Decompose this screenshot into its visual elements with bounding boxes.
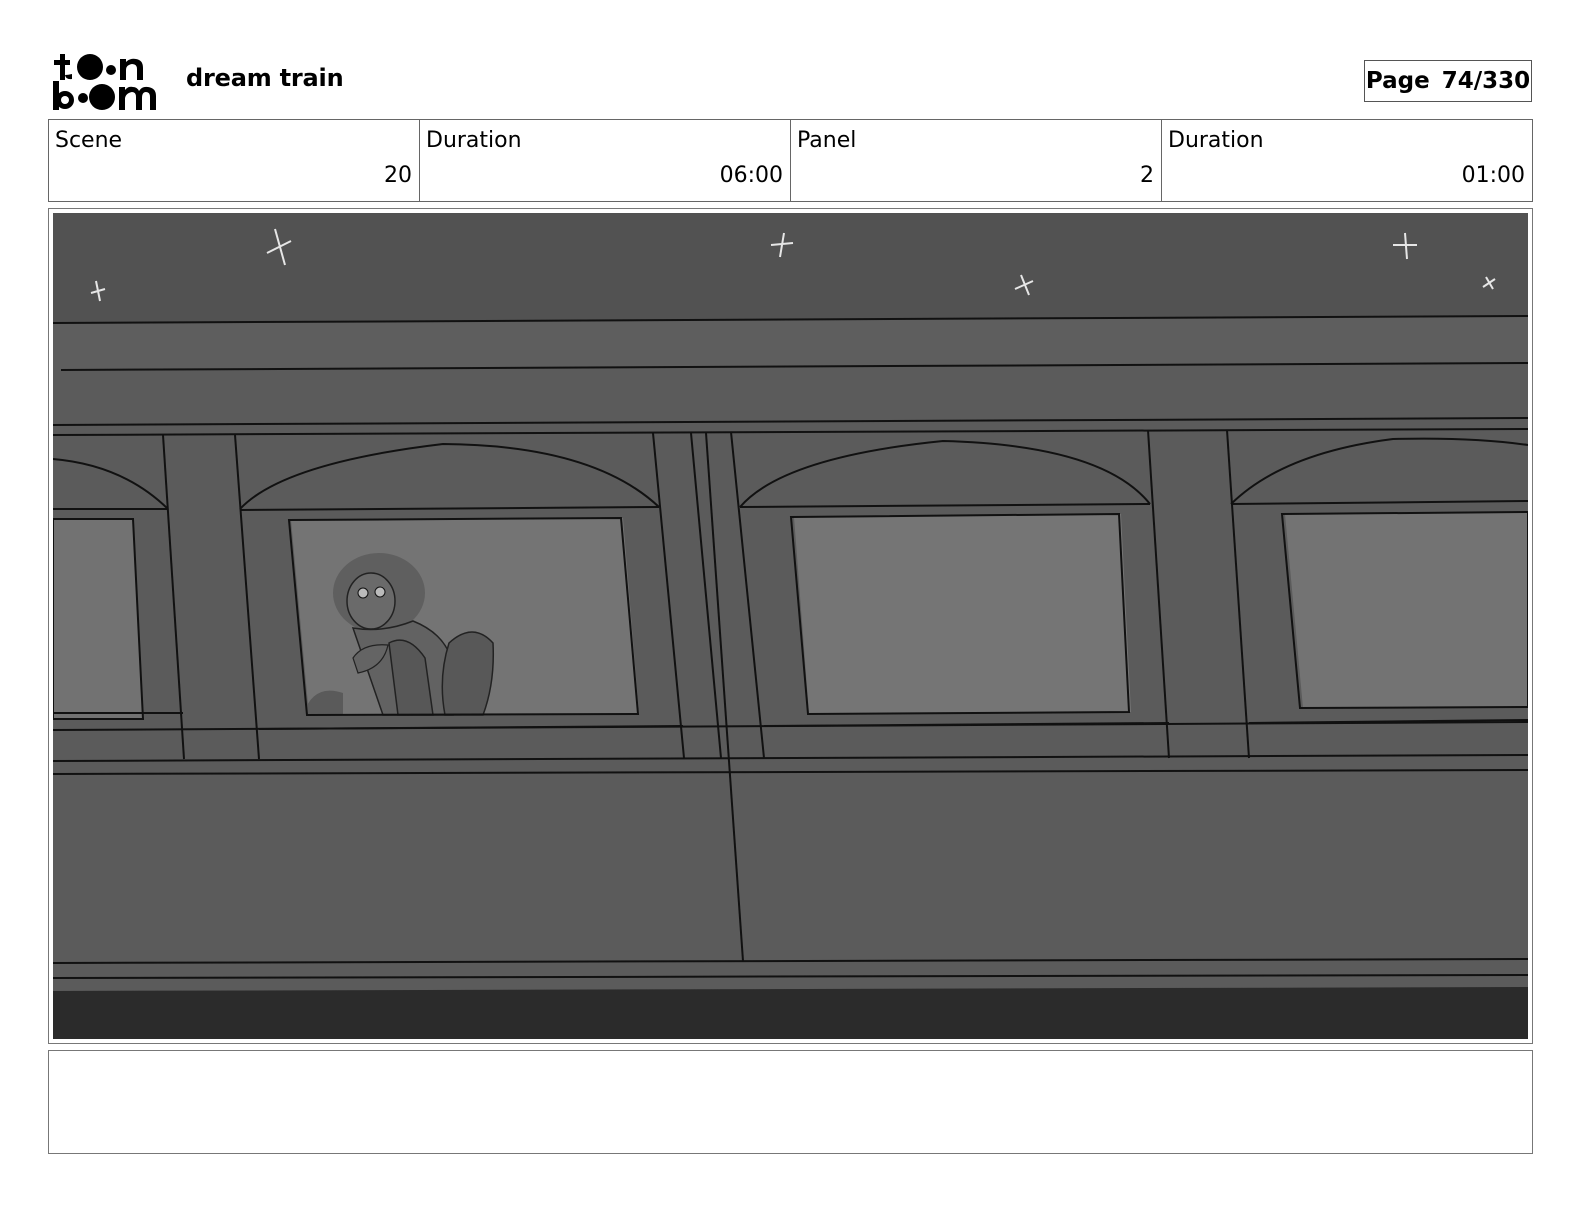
panel-value: 2	[1140, 163, 1154, 188]
panel-drawing	[53, 213, 1528, 1039]
page-label: Page	[1365, 68, 1430, 94]
page-number: 74/330	[1441, 68, 1531, 94]
storyboard-panel	[48, 208, 1533, 1044]
panel-duration-value: 01:00	[1461, 163, 1525, 188]
panel-notes[interactable]	[48, 1050, 1533, 1154]
panel-info-table: Scene 20 Duration 06:00 Panel 2 Duration…	[48, 119, 1533, 202]
page-indicator: Page 74/330	[1364, 60, 1532, 102]
panel-label: Panel	[797, 128, 857, 153]
scene-duration-label: Duration	[426, 128, 522, 153]
scene-value: 20	[384, 163, 412, 188]
scene-duration-cell: Duration 06:00	[420, 120, 791, 201]
panel-duration-label: Duration	[1168, 128, 1264, 153]
panel-duration-cell: Duration 01:00	[1162, 120, 1532, 201]
scene-label: Scene	[55, 128, 123, 153]
panel-cell: Panel 2	[791, 120, 1162, 201]
scene-cell: Scene 20	[49, 120, 420, 201]
toon-boom-logo	[53, 54, 156, 110]
scene-duration-value: 06:00	[719, 163, 783, 188]
project-title: dream train	[186, 64, 344, 92]
